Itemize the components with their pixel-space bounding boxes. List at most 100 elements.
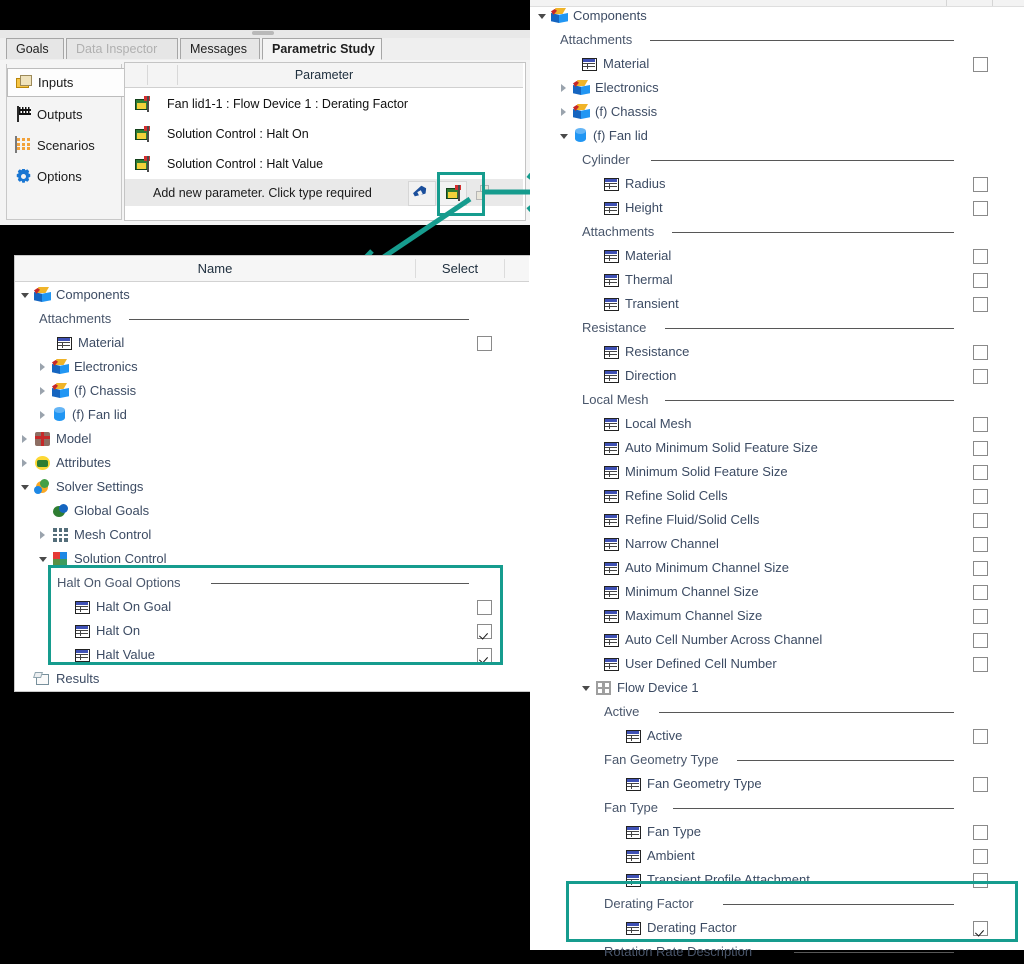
tree-node-row[interactable]: Electronics — [560, 76, 659, 100]
grid-scenarios-icon — [15, 136, 32, 154]
select-checkbox[interactable] — [973, 849, 988, 864]
tree-group-label: Fan Type — [604, 800, 658, 815]
tab-parametric-study[interactable]: Parametric Study — [262, 38, 382, 60]
tree-leaf-row[interactable]: Fan Geometry Type — [626, 772, 762, 796]
tree-leaf-row[interactable]: Transient — [604, 292, 679, 316]
sidebar-item-scenarios[interactable]: Scenarios — [7, 131, 121, 160]
tree-group-rule — [129, 319, 469, 320]
chevron-right-icon[interactable] — [39, 523, 49, 547]
tree-node-row[interactable]: Flow Device 1 — [582, 676, 699, 700]
tree-node-row[interactable]: Solver Settings — [21, 475, 143, 499]
tree-leaf-row[interactable]: Auto Cell Number Across Channel — [604, 628, 822, 652]
tree-node-row[interactable]: Model — [21, 427, 91, 451]
chevron-down-icon[interactable] — [21, 283, 31, 307]
select-checkbox[interactable] — [973, 537, 988, 552]
select-checkbox[interactable] — [973, 417, 988, 432]
chevron-down-icon[interactable] — [538, 4, 548, 28]
chevron-right-icon[interactable] — [39, 355, 49, 379]
tree-node-row[interactable]: Mesh Control — [39, 523, 151, 547]
tree-leaf-row[interactable]: User Defined Cell Number — [604, 652, 777, 676]
tree-leaf-row[interactable]: Material — [604, 244, 671, 268]
tree-node-row[interactable]: Attributes — [21, 451, 111, 475]
parameter-grid-icon — [604, 273, 619, 287]
tree-leaf-row[interactable]: Fan Type — [626, 820, 701, 844]
select-checkbox[interactable] — [973, 273, 988, 288]
select-checkbox[interactable] — [973, 585, 988, 600]
tree-leaf-row[interactable]: Radius — [604, 172, 665, 196]
splitter-grip[interactable] — [252, 31, 274, 35]
select-checkbox[interactable] — [973, 633, 988, 648]
tree-leaf-row[interactable]: Direction — [604, 364, 676, 388]
select-checkbox[interactable] — [973, 57, 988, 72]
tree-group-rule — [650, 160, 954, 161]
pencil-edit-icon — [411, 184, 431, 202]
select-checkbox[interactable] — [973, 465, 988, 480]
chevron-right-icon[interactable] — [21, 451, 31, 475]
sidebar-item-inputs[interactable]: Inputs — [7, 68, 125, 97]
tree-leaf-row[interactable]: Auto Minimum Solid Feature Size — [604, 436, 818, 460]
tree-leaf-row[interactable]: Maximum Channel Size — [604, 604, 762, 628]
parameter-grid-icon — [604, 345, 619, 359]
tree-leaf-row[interactable]: Minimum Solid Feature Size — [604, 460, 788, 484]
tree-node-row[interactable]: Components — [21, 283, 130, 307]
chevron-down-icon[interactable] — [560, 124, 570, 148]
tree-leaf-row[interactable]: Thermal — [604, 268, 673, 292]
select-checkbox[interactable] — [973, 609, 988, 624]
tree-leaf-row[interactable]: Material — [582, 52, 649, 76]
tab-goals[interactable]: Goals — [6, 38, 64, 59]
tree-leaf-row[interactable]: Height — [604, 196, 663, 220]
tree-leaf-row[interactable]: Local Mesh — [604, 412, 691, 436]
tree-leaf-row[interactable]: Material — [57, 331, 124, 355]
select-checkbox[interactable] — [973, 177, 988, 192]
tree-leaf-row[interactable]: Narrow Channel — [604, 532, 719, 556]
select-checkbox[interactable] — [973, 201, 988, 216]
chevron-right-icon[interactable] — [39, 403, 49, 427]
tab-data-inspector[interactable]: Data Inspector — [66, 38, 178, 59]
results-icon — [33, 671, 51, 687]
select-checkbox[interactable] — [477, 336, 492, 351]
tree-leaf-row[interactable]: Minimum Channel Size — [604, 580, 759, 604]
select-checkbox[interactable] — [973, 825, 988, 840]
tree-node-row[interactable]: Electronics — [39, 355, 138, 379]
tree-node-row[interactable]: Global Goals — [39, 499, 149, 523]
select-checkbox[interactable] — [973, 345, 988, 360]
select-checkbox[interactable] — [973, 561, 988, 576]
parameter-row[interactable]: Solution Control : Halt On — [125, 119, 523, 149]
tree-leaf-row[interactable]: Auto Minimum Channel Size — [604, 556, 789, 580]
select-checkbox[interactable] — [973, 249, 988, 264]
tree-leaf-row[interactable]: Resistance — [604, 340, 689, 364]
edit-parameter-button[interactable] — [408, 181, 436, 206]
chevron-right-icon[interactable] — [560, 100, 570, 124]
select-checkbox[interactable] — [973, 441, 988, 456]
select-checkbox[interactable] — [973, 513, 988, 528]
tree-leaf-row[interactable]: Refine Solid Cells — [604, 484, 728, 508]
select-checkbox[interactable] — [973, 657, 988, 672]
tree-row-label: (f) Chassis — [595, 104, 658, 119]
select-checkbox[interactable] — [973, 777, 988, 792]
select-checkbox[interactable] — [973, 297, 988, 312]
tree-leaf-row[interactable]: Ambient — [626, 844, 695, 868]
select-checkbox[interactable] — [973, 369, 988, 384]
chevron-down-icon[interactable] — [582, 676, 592, 700]
chevron-right-icon[interactable] — [560, 76, 570, 100]
tab-messages[interactable]: Messages — [180, 38, 260, 59]
tree-node-row[interactable]: (f) Fan lid — [39, 403, 127, 427]
chevron-right-icon[interactable] — [39, 379, 49, 403]
sidebar-item-outputs[interactable]: Outputs — [7, 100, 121, 129]
chevron-right-icon[interactable] — [21, 427, 31, 451]
tree-node-row[interactable]: Components — [538, 4, 647, 28]
select-checkbox[interactable] — [973, 729, 988, 744]
tree-node-row[interactable]: (f) Fan lid — [560, 124, 648, 148]
select-checkbox[interactable] — [973, 489, 988, 504]
tree-node-row[interactable]: (f) Chassis — [39, 379, 136, 403]
chevron-down-icon[interactable] — [21, 475, 31, 499]
tree-node-row[interactable]: (f) Chassis — [560, 100, 657, 124]
tree-leaf-row[interactable]: Active — [626, 724, 682, 748]
tree-group-label: Cylinder — [582, 152, 630, 167]
parameter-row[interactable]: Fan lid1-1 : Flow Device 1 : Derating Fa… — [125, 89, 523, 119]
tree-leaf-row[interactable]: Refine Fluid/Solid Cells — [604, 508, 759, 532]
tree-node-row[interactable]: Results — [21, 667, 99, 691]
sidebar-item-options[interactable]: Options — [7, 162, 121, 191]
add-parameter-hint: Add new parameter. Click type required — [153, 185, 372, 200]
tree-group-label: Attachments — [582, 224, 655, 239]
